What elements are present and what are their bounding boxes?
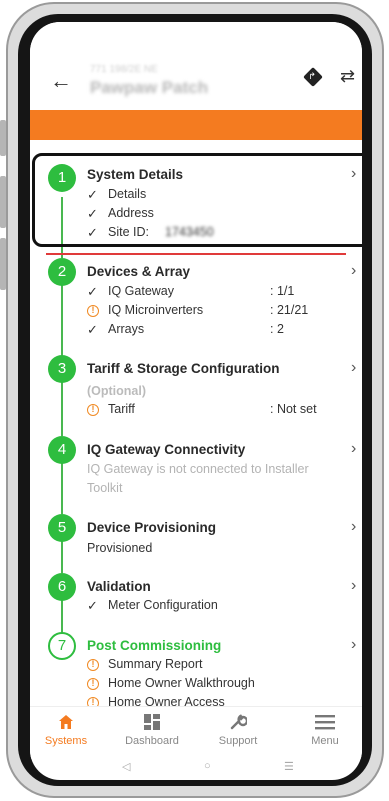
- check-icon: ✓: [87, 322, 98, 337]
- step-title: Post Commissioning: [87, 638, 222, 653]
- item-value: : 2: [270, 322, 284, 336]
- chevron-right-icon[interactable]: ›: [351, 518, 356, 536]
- app-screen: ← 771 198/2E NE Pawpaw Patch ↱ ⇄ 1 Syste…: [30, 22, 362, 780]
- step-title: Tariff & Storage Configuration: [87, 361, 280, 376]
- item-label: Meter Configuration: [108, 598, 218, 612]
- step-number: 2: [48, 258, 76, 286]
- step-number: 3: [48, 355, 76, 383]
- chevron-right-icon[interactable]: ›: [351, 440, 356, 458]
- warning-icon: !: [87, 678, 99, 690]
- item-label: IQ Gateway: [108, 284, 174, 298]
- nav-menu[interactable]: Menu: [289, 713, 361, 747]
- side-button: [0, 176, 6, 228]
- warning-icon: !: [87, 305, 99, 317]
- turn-arrow-glyph: ↱: [308, 71, 316, 82]
- nav-dashboard[interactable]: Dashboard: [116, 713, 188, 747]
- nav-label: Menu: [311, 735, 339, 747]
- dashboard-icon: [116, 713, 188, 735]
- home-icon: [30, 713, 102, 735]
- chevron-right-icon[interactable]: ›: [351, 577, 356, 595]
- check-icon: ✓: [87, 598, 98, 613]
- step-connector: [61, 462, 63, 514]
- chevron-right-icon[interactable]: ›: [351, 262, 356, 280]
- app-bar: ← 771 198/2E NE Pawpaw Patch ↱ ⇄: [30, 22, 362, 110]
- step-number: 5: [48, 514, 76, 542]
- item-label: Arrays: [108, 322, 145, 336]
- list-item: ✓ Meter Configuration: [87, 598, 347, 616]
- list-item: ! IQ Microinverters : 21/21: [87, 303, 347, 321]
- step-title: Validation: [87, 579, 151, 594]
- back-arrow-icon[interactable]: ←: [50, 70, 72, 92]
- step-number: 6: [48, 573, 76, 601]
- nav-systems[interactable]: Systems: [30, 713, 102, 747]
- list-item: ✓ Arrays : 2: [87, 322, 347, 340]
- system-nav-bar: ◁ ○ ☰: [30, 758, 362, 780]
- site-address: 771 198/2E NE: [90, 64, 158, 75]
- nav-label: Dashboard: [125, 735, 179, 747]
- item-label: Tariff: [108, 402, 135, 416]
- nav-support[interactable]: Support: [202, 713, 274, 747]
- side-button: [0, 120, 6, 156]
- step-title: Devices & Array: [87, 264, 191, 279]
- item-label: Home Owner Walkthrough: [108, 676, 255, 690]
- swap-icon[interactable]: ⇄: [340, 66, 355, 87]
- status-banner: [30, 110, 362, 140]
- item-value: : 21/21: [270, 303, 309, 317]
- bottom-nav: Systems Dashboard Support Menu: [30, 706, 362, 759]
- site-title: Pawpaw Patch: [90, 78, 209, 97]
- list-item: ! Home Owner Walkthrough: [87, 676, 347, 694]
- item-value: : Not set: [270, 402, 317, 416]
- side-button: [0, 238, 6, 290]
- step-connector: [61, 284, 63, 357]
- wrench-icon: [202, 713, 274, 735]
- chevron-right-icon[interactable]: ›: [351, 359, 356, 377]
- connectivity-note: IQ Gateway is not connected to Installer…: [87, 462, 309, 495]
- menu-icon: [289, 713, 361, 735]
- optional-label: (Optional): [87, 384, 147, 398]
- warning-icon: !: [87, 659, 99, 671]
- nav-label: Support: [218, 735, 258, 747]
- step-number: 7: [48, 632, 76, 660]
- step-connector: [61, 599, 63, 633]
- directions-icon[interactable]: ↱: [303, 67, 323, 87]
- system-back-icon[interactable]: ◁: [122, 760, 130, 773]
- step-title: Device Provisioning: [87, 520, 217, 535]
- step-connector: [61, 540, 63, 573]
- red-underline: [46, 253, 346, 255]
- list-item: ! Summary Report: [87, 657, 347, 675]
- system-recents-icon[interactable]: ☰: [284, 760, 294, 773]
- provisioning-status: Provisioned: [87, 541, 153, 555]
- system-home-icon[interactable]: ○: [204, 760, 211, 772]
- step-title: IQ Gateway Connectivity: [87, 442, 246, 457]
- warning-icon: !: [87, 404, 99, 416]
- step-number: 4: [48, 436, 76, 464]
- highlight-box: [32, 153, 362, 247]
- chevron-right-icon[interactable]: ›: [351, 636, 356, 654]
- step-connector: [61, 381, 63, 436]
- list-item: ✓ IQ Gateway : 1/1: [87, 284, 347, 302]
- nav-label: Systems: [44, 735, 88, 747]
- item-label: Summary Report: [108, 657, 203, 671]
- list-item: ! Tariff : Not set: [87, 402, 347, 420]
- check-icon: ✓: [87, 284, 98, 299]
- item-label: IQ Microinverters: [108, 303, 204, 317]
- item-value: : 1/1: [270, 284, 295, 298]
